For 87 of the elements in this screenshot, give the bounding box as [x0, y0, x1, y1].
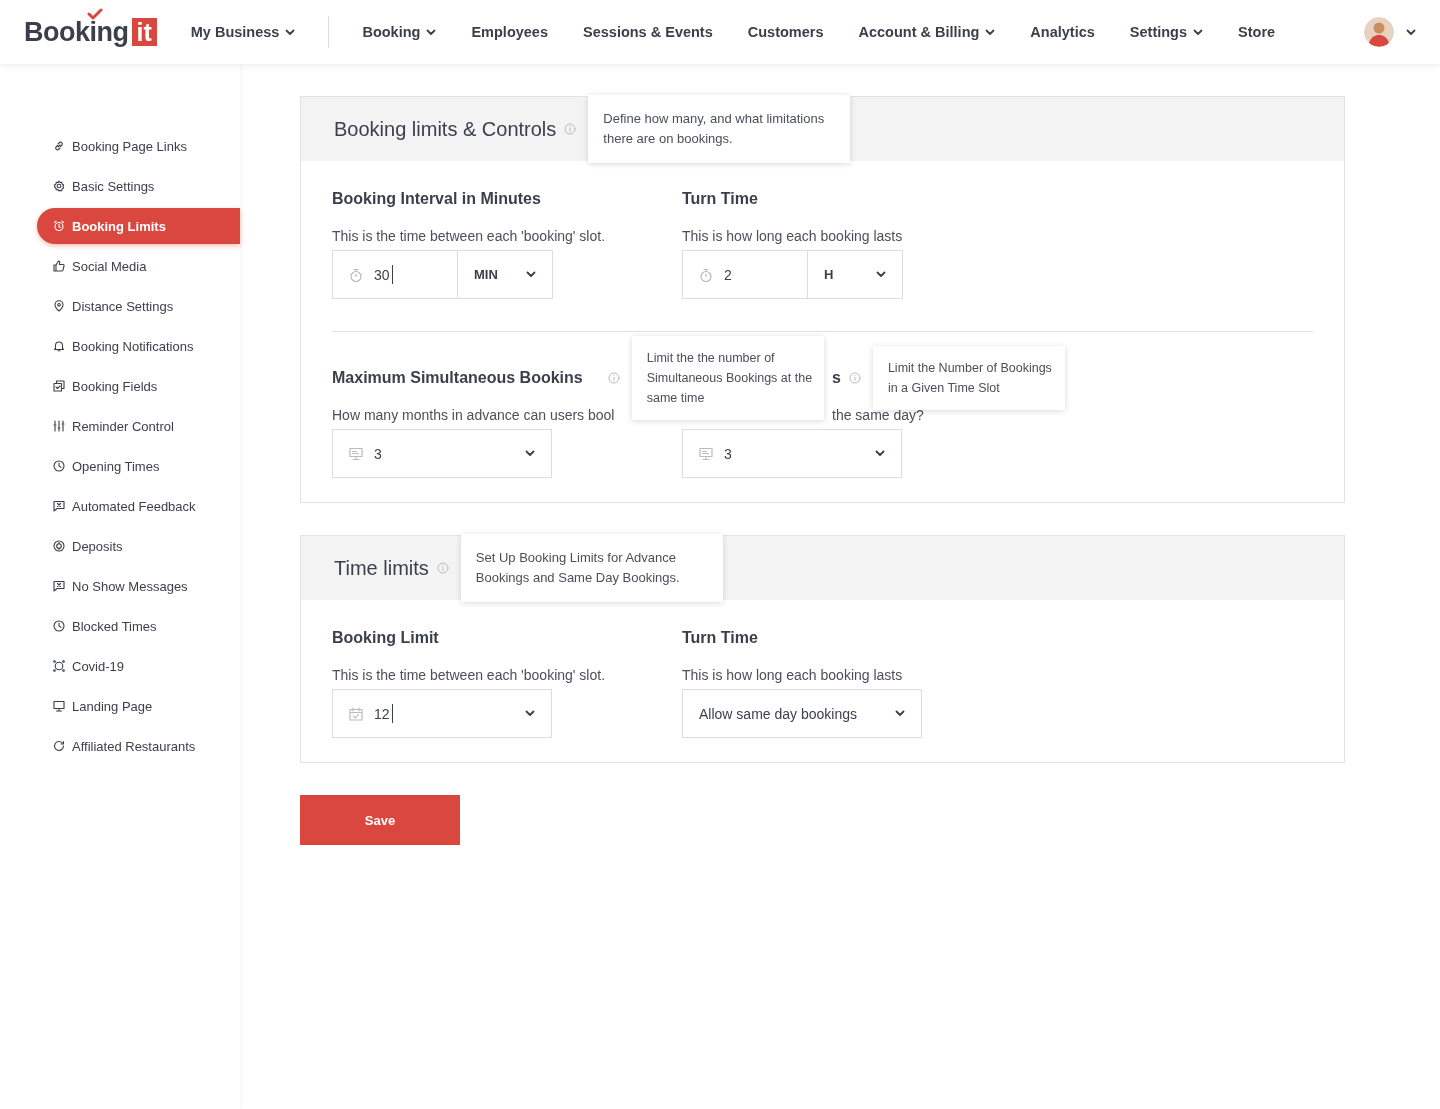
clock-icon — [53, 460, 65, 472]
chevron-down-icon — [875, 450, 885, 457]
sidebar-item[interactable]: Reminder Control — [37, 406, 240, 446]
sidebar-item[interactable]: Landing Page — [37, 686, 240, 726]
thumbs-up-icon — [53, 260, 65, 272]
sidebar-item[interactable]: Booking Fields — [37, 366, 240, 406]
panel-title: Time limits — [334, 556, 429, 580]
field-label: Turn Time — [682, 190, 758, 208]
chevron-down-icon — [526, 271, 536, 278]
info-icon — [564, 123, 577, 135]
sidebar-item[interactable]: No Show Messages — [37, 566, 240, 606]
link-icon — [53, 140, 65, 152]
virus-icon — [53, 660, 65, 672]
sidebar-item[interactable]: Opening Times — [37, 446, 240, 486]
save-button[interactable]: Save — [300, 795, 460, 845]
nav-link[interactable]: Settings — [1129, 24, 1204, 40]
info-icon — [436, 562, 449, 574]
sidebar-item[interactable]: Covid-19 — [37, 646, 240, 686]
chevron-down-icon — [1406, 28, 1416, 36]
message-x-icon — [53, 500, 65, 512]
tooltip: Limit the the number of Simultaneous Bookings at the same time — [631, 336, 824, 420]
chevron-down-icon — [895, 710, 905, 717]
message-x-icon — [53, 580, 65, 592]
panel-title: Booking limits & Controls — [334, 117, 557, 141]
monitor-icon — [53, 700, 65, 712]
bell-icon — [53, 340, 65, 352]
refresh-icon — [53, 740, 65, 752]
nav-link[interactable]: Account & Billing — [858, 24, 996, 40]
nav-link[interactable]: Sessions & Events — [583, 24, 713, 40]
info-icon — [607, 372, 620, 384]
sidebar-item[interactable]: Automated Feedback — [37, 486, 240, 526]
field-description: the same day? — [832, 407, 924, 423]
field-label: s — [832, 369, 841, 387]
chevron-down-icon — [525, 710, 535, 717]
chevron-down-icon — [525, 450, 535, 457]
check-icon — [87, 8, 103, 20]
stopwatch-icon — [699, 267, 713, 282]
unit-dropdown[interactable]: MIN — [458, 250, 553, 299]
avatar[interactable] — [1364, 17, 1394, 47]
field-label: Booking Limit — [332, 629, 439, 647]
logo-badge: it — [131, 18, 157, 46]
nav-link[interactable]: My Business — [190, 24, 296, 40]
copy-check-icon — [53, 380, 65, 392]
alarm-clock-icon — [53, 220, 65, 232]
clock-icon — [53, 620, 65, 632]
unit-dropdown[interactable]: H — [808, 250, 903, 299]
nav-link[interactable]: Customers — [747, 24, 824, 40]
sidebar-item[interactable]: Booking Limits — [37, 208, 240, 244]
sidebar-item[interactable]: Social Media — [37, 246, 240, 286]
field-description: This is how long each booking lasts — [682, 228, 903, 244]
location-pin-icon — [53, 300, 65, 312]
field-label: Booking Interval in Minutes — [332, 190, 541, 208]
select-dropdown[interactable]: Allow same day bookings — [682, 689, 922, 738]
info-icon — [848, 372, 861, 384]
nav-link[interactable]: Store — [1238, 24, 1276, 40]
limit-dropdown[interactable]: 12 — [332, 689, 552, 738]
field-label: Turn Time — [682, 629, 758, 647]
sidebar-item[interactable]: Basic Settings — [37, 166, 240, 206]
nav-link[interactable]: Analytics — [1030, 24, 1095, 40]
sidebar-item[interactable]: Booking Notifications — [37, 326, 240, 366]
field-description: This is how long each booking lasts — [682, 667, 903, 683]
monitor-icon — [699, 446, 713, 461]
tooltip: Define how many, and what limitations there are on bookings. — [588, 95, 851, 163]
field-description: How many months in advance can users bool — [332, 407, 615, 423]
gear-icon — [53, 180, 65, 192]
monitor-icon — [349, 446, 363, 461]
stopwatch-icon — [349, 267, 363, 282]
sidebar-item[interactable]: Distance Settings — [37, 286, 240, 326]
sidebar-item[interactable]: Blocked Times — [37, 606, 240, 646]
tooltip: Set Up Booking Limits for Advance Bookings and Same Day Bookings. — [460, 534, 723, 602]
field-label: Maximum Simultaneous Bookins — [332, 369, 583, 387]
nav-link[interactable]: Employees — [471, 24, 548, 40]
count-dropdown[interactable]: 3 — [682, 429, 902, 478]
count-dropdown[interactable]: 3 — [332, 429, 552, 478]
field-description: This is the time between each 'booking' slot. — [332, 228, 606, 244]
chevron-down-icon — [876, 271, 886, 278]
sidebar-item[interactable]: Affiliated Restaurants — [37, 726, 240, 766]
coin-icon — [53, 540, 65, 552]
field-description: This is the time between each 'booking' slot. — [332, 667, 606, 683]
calendar-icon — [349, 706, 363, 721]
tooltip: Limit the Number of Bookings in a Given Time Slot — [872, 346, 1065, 410]
number-field[interactable]: 30 — [332, 250, 458, 299]
sidebar-item[interactable]: Deposits — [37, 526, 240, 566]
sidebar-item[interactable]: Booking Page Links — [37, 126, 240, 166]
number-field[interactable]: 2 — [682, 250, 808, 299]
sliders-icon — [53, 420, 65, 432]
nav-link[interactable]: Booking — [362, 24, 437, 40]
